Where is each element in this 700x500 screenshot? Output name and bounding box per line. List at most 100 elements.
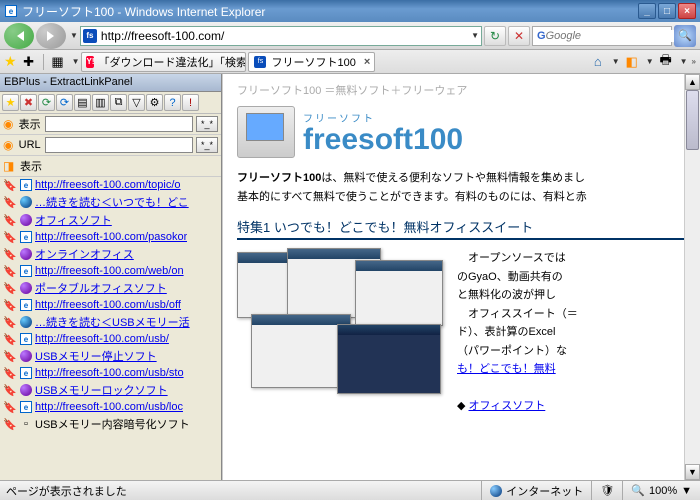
panel-btn-help[interactable]: ? [164,94,181,111]
link-text: …続きを読む＜いつでも！どこ [35,194,189,210]
bookmark-icon: 🔖 [3,213,17,227]
scroll-up-button[interactable]: ▲ [685,74,700,90]
ie-page-icon: e [19,400,33,414]
vertical-scrollbar[interactable]: ▲ ▼ [684,74,700,480]
panel-btn-gear[interactable]: ⚙ [146,94,163,111]
display-icon: ◉ [3,117,16,131]
bookmark-icon: 🔖 [3,195,17,209]
purple-dot-icon [19,213,33,227]
link-list-item[interactable]: 🔖オンラインオフィス [0,245,221,263]
screenshot-thumbnails [237,248,447,398]
link-text: USBメモリー停止ソフト [35,348,157,364]
link-list-item[interactable]: 🔖ehttp://freesoft-100.com/web/on [0,263,221,279]
panel-topic-link[interactable]: 🔖 e http://freesoft-100.com/topic/o [0,177,221,193]
url-input[interactable] [45,137,193,153]
logo-text: freesoft100 [303,125,463,155]
link-text: オンラインオフィス [35,246,134,262]
panel-btn-refresh2[interactable]: ⟳ [56,94,73,111]
office-soft-link[interactable]: オフィスソフト [469,400,546,412]
link-list-item[interactable]: 🔖 オフィスソフト [0,211,221,229]
link-list-item[interactable]: 🔖 USBメモリーロックソフト [0,381,221,399]
yahoo-icon: Y! [86,56,94,68]
link-list: 🔖…続きを読む＜いつでも！どこ🔖オフィスソフト🔖ehttp://freesoft… [0,193,221,480]
scroll-down-button[interactable]: ▼ [685,464,700,480]
bookmark-icon: 🔖 [3,332,17,346]
add-favorite-icon[interactable]: ✚ [19,53,39,71]
page-icon: ▫ [19,417,33,431]
address-bar[interactable]: fs ▼ [80,26,482,46]
link-list-item[interactable]: 🔖ehttp://freesoft-100.com/usb/ [0,331,221,347]
forward-button[interactable] [36,23,66,49]
ie-page-icon: e [19,178,33,192]
search-box[interactable]: G [532,26,672,46]
window-title: フリーソフト100 - Windows Internet Explorer [22,3,638,20]
display-label: 表示 [19,116,42,132]
print-icon[interactable]: 🖶 [656,53,676,71]
ie-page-icon: e [19,264,33,278]
favorites-star-icon[interactable]: ★ [4,53,17,70]
display-input[interactable] [45,116,193,132]
protected-mode-icon[interactable]: 🛡 [591,481,622,500]
panel-btn-star[interactable]: ★ [2,94,19,111]
quicktabs-icon[interactable]: ▦ [48,53,68,71]
feeds-icon[interactable]: ◧ [622,53,642,71]
panel-btn-filter[interactable]: ▽ [128,94,145,111]
link-list-item[interactable]: 🔖ehttp://freesoft-100.com/pasokor [0,229,221,245]
history-dropdown[interactable]: ▼ [70,31,78,40]
display-wildcard-button[interactable]: *_* [196,116,218,132]
bookmark-icon: 🔖 [3,264,17,278]
link-list-item[interactable]: 🔖ehttp://freesoft-100.com/usb/sto [0,365,221,381]
tab-close-icon[interactable]: × [364,56,370,68]
close-button[interactable]: × [678,3,696,19]
nav-toolbar: ▼ fs ▼ ↻ ✕ G 🔍 [0,22,700,50]
link-list-item[interactable]: 🔖ehttp://freesoft-100.com/usb/loc [0,399,221,415]
ie-page-icon: e [19,366,33,380]
search-input[interactable] [546,30,689,42]
section-body-text: オープンソースでは のGyaO、動画共有の と無料化の波が押し オフィススイート… [457,248,686,414]
link-text: http://freesoft-100.com/web/on [35,265,184,277]
link-list-item[interactable]: 🔖USBメモリー停止ソフト [0,347,221,365]
zoom-control[interactable]: 🔍 100% ▼ [622,481,700,500]
panel-btn-view[interactable]: ▥ [92,94,109,111]
link-list-item[interactable]: 🔖ポータブルオフィスソフト [0,279,221,297]
home-icon[interactable]: ⌂ [588,53,608,71]
back-button[interactable] [4,23,34,49]
link-list-item[interactable]: 🔖…続きを読む＜USBメモリー活 [0,313,221,331]
scrollbar-thumb[interactable] [686,90,699,150]
address-input[interactable] [97,29,469,43]
search-button[interactable]: 🔍 [674,25,696,47]
link-list-item[interactable]: 🔖▫USBメモリー内容暗号化ソフト [0,415,221,433]
refresh-button[interactable]: ↻ [484,26,506,46]
tools-menu[interactable]: » [692,57,696,66]
panel-btn-x[interactable]: ✖ [20,94,37,111]
google-icon: G [537,30,546,42]
tab-1[interactable]: Y! 「ダウンロード違法化」「検索… [81,52,246,72]
link-text: オフィスソフト [35,212,112,228]
panel-btn-refresh1[interactable]: ⟳ [38,94,55,111]
panel-btn-copy[interactable]: ⧉ [110,94,127,111]
minimize-button[interactable]: _ [638,3,656,19]
bookmark-icon: 🔖 [3,383,17,397]
panel-title: EBPlus - ExtractLinkPanel [0,74,221,92]
blue-dot-icon [19,315,33,329]
link-text: http://freesoft-100.com/pasokor [35,231,187,243]
feed-icon: ◨ [3,159,17,173]
bookmark-icon: 🔖 [3,366,17,380]
tab-2[interactable]: fs フリーソフト100 × [248,52,375,72]
url-wildcard-button[interactable]: *_* [196,137,218,153]
address-dropdown[interactable]: ▼ [471,31,479,40]
more-link[interactable]: も！どこでも！無料 [457,363,556,375]
bookmark-icon: 🔖 [3,178,17,192]
link-text: http://freesoft-100.com/usb/off [35,299,181,311]
maximize-button[interactable]: □ [658,3,676,19]
panel-btn-about[interactable]: ! [182,94,199,111]
panel-toolbar: ★ ✖ ⟳ ⟳ ▤ ▥ ⧉ ▽ ⚙ ? ! [0,92,221,114]
link-list-item[interactable]: 🔖ehttp://freesoft-100.com/usb/off [0,297,221,313]
link-text: …続きを読む＜USBメモリー活 [35,314,190,330]
stop-button[interactable]: ✕ [508,26,530,46]
bullet-icon: ◆ [457,400,469,412]
link-list-item[interactable]: 🔖 …続きを読む＜いつでも！どこ [0,193,221,211]
link-text: USBメモリーロックソフト [35,382,168,398]
tab-label: 「ダウンロード違法化」「検索… [98,54,246,70]
panel-btn-doc[interactable]: ▤ [74,94,91,111]
